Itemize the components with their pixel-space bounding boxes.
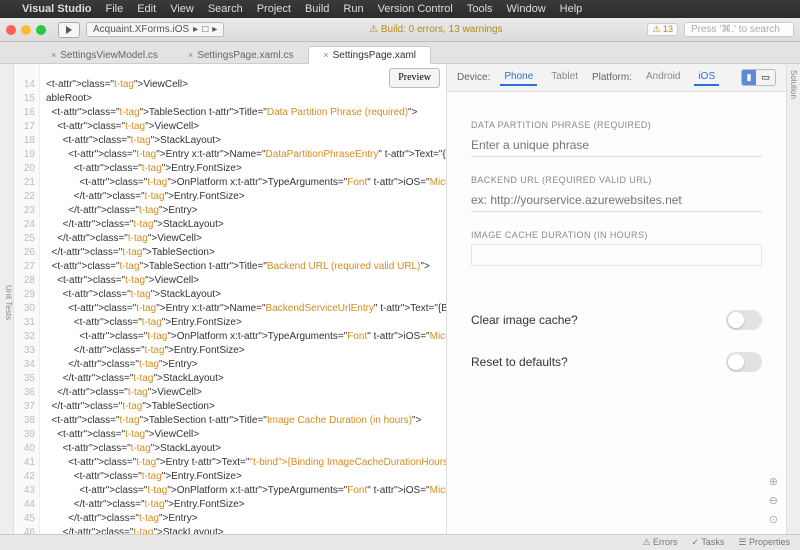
window-controls — [6, 25, 46, 35]
close-icon[interactable]: × — [51, 50, 56, 60]
code-editor[interactable]: Preview 14 15 16 17 18 19 20 21 22 23 24… — [14, 64, 446, 534]
close-icon[interactable]: × — [323, 50, 328, 60]
rendered-form: DATA PARTITION PHRASE (REQUIRED) BACKEND… — [447, 92, 786, 534]
field-data-partition: DATA PARTITION PHRASE (REQUIRED) — [471, 120, 762, 157]
menu-tools[interactable]: Tools — [467, 3, 493, 15]
macos-menubar: Visual Studio File Edit View Search Proj… — [0, 0, 800, 18]
build-status[interactable]: ⚠ Build: 0 errors, 13 warnings — [230, 23, 641, 36]
warnings-badge[interactable]: ⚠ 13 — [647, 23, 678, 36]
switch-toggle[interactable] — [726, 310, 762, 330]
orientation-toggle[interactable]: ▮ ▭ — [741, 69, 776, 86]
switch-clear-cache: Clear image cache? — [471, 308, 762, 332]
device-label: Device: — [457, 72, 490, 83]
document-tabs: × SettingsViewModel.cs × SettingsPage.xaml… — [0, 42, 800, 64]
global-search[interactable]: Press '⌘.' to search — [684, 22, 794, 37]
device-tablet[interactable]: Tablet — [547, 69, 582, 86]
target-selector[interactable]: Acquaint.XForms.iOS ▸ □ ▸ — [86, 22, 224, 37]
tab-label: SettingsPage.xaml.cs — [197, 50, 293, 61]
app-name[interactable]: Visual Studio — [22, 3, 91, 15]
target-name: Acquaint.XForms.iOS — [93, 24, 189, 35]
menu-project[interactable]: Project — [257, 3, 291, 15]
switch-label: Reset to defaults? — [471, 355, 568, 369]
menu-build[interactable]: Build — [305, 3, 329, 15]
tab-label: SettingsPage.xaml — [333, 50, 416, 61]
data-partition-input[interactable] — [471, 134, 762, 157]
platform-android[interactable]: Android — [642, 69, 684, 86]
tab-label: SettingsViewModel.cs — [60, 50, 158, 61]
xaml-previewer: Device: Phone Tablet Platform: Android i… — [446, 64, 786, 534]
minimize-window-button[interactable] — [21, 25, 31, 35]
menu-window[interactable]: Window — [507, 3, 546, 15]
status-errors[interactable]: ⚠ Errors — [642, 537, 677, 548]
zoom-controls: ⊕ ⊖ ⊙ — [769, 475, 778, 526]
zoom-in-icon[interactable]: ⊕ — [769, 475, 778, 488]
menu-version-control[interactable]: Version Control — [378, 3, 453, 15]
menu-file[interactable]: File — [105, 3, 123, 15]
maximize-window-button[interactable] — [36, 25, 46, 35]
switch-label: Clear image cache? — [471, 313, 578, 327]
tool-solution[interactable]: Solution — [789, 70, 798, 99]
portrait-icon[interactable]: ▮ — [742, 70, 757, 85]
status-properties[interactable]: ☰ Properties — [738, 537, 790, 548]
switch-toggle[interactable] — [726, 352, 762, 372]
menu-edit[interactable]: Edit — [137, 3, 156, 15]
left-tool-strip: Unit Tests Document Outline Toolbox — [0, 64, 14, 534]
menu-run[interactable]: Run — [343, 3, 363, 15]
preview-toolbar: Device: Phone Tablet Platform: Android i… — [447, 64, 786, 92]
field-label: BACKEND URL (REQUIRED VALID URL) — [471, 175, 762, 185]
status-tasks[interactable]: ✓ Tasks — [691, 537, 724, 548]
backend-url-input[interactable] — [471, 189, 762, 212]
chevron-right-icon: ▸ — [193, 24, 198, 35]
menu-help[interactable]: Help — [560, 3, 583, 15]
cache-duration-input[interactable] — [471, 244, 762, 266]
switch-reset-defaults: Reset to defaults? — [471, 350, 762, 374]
platform-ios[interactable]: iOS — [694, 69, 719, 86]
device-phone[interactable]: Phone — [500, 69, 537, 86]
platform-label: Platform: — [592, 72, 632, 83]
tab-settingspage-xaml[interactable]: × SettingsPage.xaml — [308, 46, 431, 64]
run-button[interactable] — [58, 22, 80, 38]
tool-unit-tests[interactable]: Unit Tests — [4, 285, 13, 320]
device-icon: □ — [202, 24, 208, 35]
code-area[interactable]: <t-attr">class="t-tag">ViewCell> ableRoo… — [40, 64, 446, 534]
close-window-button[interactable] — [6, 25, 16, 35]
tab-settingspage-cs[interactable]: × SettingsPage.xaml.cs — [173, 46, 308, 64]
field-cache-duration: IMAGE CACHE DURATION (IN HOURS) — [471, 230, 762, 266]
menu-search[interactable]: Search — [208, 3, 243, 15]
zoom-fit-icon[interactable]: ⊙ — [769, 513, 778, 526]
status-bar: ⚠ Errors ✓ Tasks ☰ Properties — [0, 534, 800, 550]
preview-button[interactable]: Preview — [389, 68, 440, 88]
menu-view[interactable]: View — [170, 3, 194, 15]
zoom-out-icon[interactable]: ⊖ — [769, 494, 778, 507]
field-label: DATA PARTITION PHRASE (REQUIRED) — [471, 120, 762, 130]
line-number-gutter: 14 15 16 17 18 19 20 21 22 23 24 25 26 2… — [14, 64, 40, 534]
chevron-right-icon: ▸ — [212, 24, 217, 35]
toolbar: Acquaint.XForms.iOS ▸ □ ▸ ⚠ Build: 0 err… — [0, 18, 800, 42]
right-tool-strip: Solution — [786, 64, 800, 534]
field-label: IMAGE CACHE DURATION (IN HOURS) — [471, 230, 762, 240]
close-icon[interactable]: × — [188, 50, 193, 60]
landscape-icon[interactable]: ▭ — [756, 70, 775, 85]
tab-settingsviewmodel[interactable]: × SettingsViewModel.cs — [36, 46, 173, 64]
field-backend-url: BACKEND URL (REQUIRED VALID URL) — [471, 175, 762, 212]
